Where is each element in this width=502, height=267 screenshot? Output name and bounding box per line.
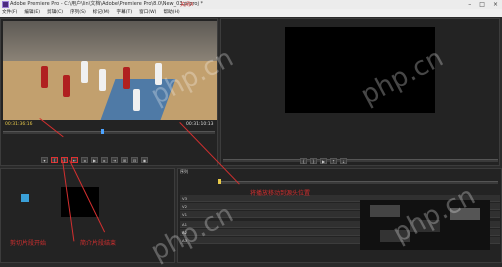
player (99, 69, 106, 91)
track-label-v1: V1 (182, 212, 188, 217)
source-transport-controls: ▾ { } ⇤ ◂ ▶ ▸ ⇥ ⊞ ⊟ ◉ (41, 157, 148, 163)
step-forward-button[interactable]: ▸ (101, 157, 108, 163)
track-label-v2: V2 (182, 204, 188, 209)
timeline-tab[interactable]: 序列 (180, 169, 188, 175)
playhead-annotation: 将播放移动到源头位置 (250, 190, 311, 197)
play-button[interactable]: ▶ (91, 157, 98, 163)
menu-clip[interactable]: 剪辑(C) (47, 9, 63, 17)
timeline-playhead[interactable] (218, 179, 221, 184)
menu-help[interactable]: 帮助(H) (163, 9, 179, 17)
go-to-out-button[interactable]: ⇥ (111, 157, 118, 163)
menu-sequence[interactable]: 序列(S) (70, 9, 86, 17)
menu-marker[interactable]: 标记(M) (93, 9, 110, 17)
source-timecode-out: 00:31:10:13 (186, 122, 214, 127)
timeline-ruler[interactable] (218, 181, 498, 184)
premiere-window: Adobe Premiere Pro - C:\用户\lin\文档\Adobe\… (0, 0, 502, 267)
mark-out-annotation: 简介片段结束 (80, 240, 117, 247)
premiere-icon (2, 1, 9, 8)
player (123, 67, 130, 89)
menu-file[interactable]: 文件(F) (2, 9, 17, 17)
mark-in-button[interactable]: { (51, 157, 58, 163)
project-panel (0, 168, 175, 263)
export-frame-button[interactable]: ◉ (141, 157, 148, 163)
overwrite-button[interactable]: ⊟ (131, 157, 138, 163)
program-play-button[interactable]: ▶ (320, 158, 327, 164)
program-transport-controls: { } ▶ ⇡ ⇣ (300, 158, 347, 164)
minimize-button[interactable]: – (468, 0, 471, 9)
source-timecode-in: 00:31:36:16 (5, 122, 33, 127)
close-annotation: 关闭X (180, 2, 194, 8)
go-to-in-button[interactable]: ⇤ (71, 157, 78, 163)
close-button[interactable]: × (493, 0, 498, 9)
player (63, 75, 70, 97)
track-label-v3: V3 (182, 196, 188, 201)
bin-icon[interactable] (21, 194, 29, 202)
program-lift-button[interactable]: ⇡ (330, 158, 337, 164)
menu-window[interactable]: 窗口(W) (139, 9, 156, 17)
mark-in-annotation: 剪切片段开始 (10, 240, 47, 247)
program-mark-in-button[interactable]: { (300, 158, 307, 164)
step-back-button[interactable]: ◂ (81, 157, 88, 163)
insert-button[interactable]: ⊞ (121, 157, 128, 163)
source-time-ruler[interactable] (3, 131, 215, 134)
menu-edit[interactable]: 编辑(E) (24, 9, 40, 17)
menu-bar: 文件(F) 编辑(E) 剪辑(C) 序列(S) 标记(M) 字幕(T) 窗口(W… (0, 9, 502, 17)
source-playhead[interactable] (101, 129, 104, 134)
player (41, 66, 48, 88)
player (81, 61, 88, 83)
crowd-image (3, 21, 217, 63)
program-time-ruler[interactable] (223, 159, 498, 162)
maximize-button[interactable]: □ (479, 0, 485, 9)
window-controls: – □ × (468, 0, 498, 9)
program-mark-out-button[interactable]: } (310, 158, 317, 164)
player (133, 89, 140, 111)
program-extract-button[interactable]: ⇣ (340, 158, 347, 164)
title-bar: Adobe Premiere Pro - C:\用户\lin\文档\Adobe\… (0, 0, 502, 9)
add-marker-button[interactable]: ▾ (41, 157, 48, 163)
window-title: Adobe Premiere Pro - C:\用户\lin\文档\Adobe\… (10, 1, 203, 7)
menu-title[interactable]: 字幕(T) (117, 9, 133, 17)
